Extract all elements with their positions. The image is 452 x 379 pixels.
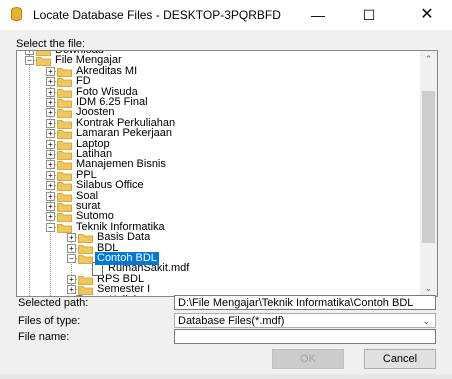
files-of-type-select[interactable]: Database Files(*.mdf) ⌄	[174, 313, 436, 328]
window-title: Locate Database Files - DESKTOP-3PQRBFD	[33, 8, 281, 22]
selected-path-label: Selected path:	[18, 297, 89, 309]
expand-icon[interactable]: +	[67, 274, 76, 284]
expand-icon[interactable]: +	[25, 51, 34, 55]
expand-icon[interactable]: +	[46, 212, 55, 222]
expand-icon[interactable]: +	[46, 108, 55, 118]
select-file-label: Select the file:	[16, 38, 86, 50]
title-bar: Locate Database Files - DESKTOP-3PQRBFD …	[0, 0, 452, 30]
folder-icon	[57, 130, 72, 140]
folder-icon	[57, 119, 72, 129]
folder-icon	[57, 67, 72, 77]
expand-icon[interactable]: +	[46, 202, 55, 211]
collapse-icon[interactable]: −	[25, 56, 34, 66]
expand-icon[interactable]: +	[46, 66, 55, 76]
tree-item[interactable]: + Download	[17, 50, 417, 57]
folder-icon	[57, 182, 72, 192]
folder-icon	[57, 88, 72, 98]
file-name-label: File name:	[18, 331, 70, 343]
folder-icon	[57, 171, 72, 181]
expand-icon[interactable]: +	[46, 77, 55, 87]
files-of-type-value: Database Files(*.mdf)	[178, 315, 285, 327]
database-icon	[11, 7, 22, 21]
collapse-icon[interactable]: −	[46, 222, 55, 232]
expand-icon[interactable]: +	[46, 129, 55, 139]
expand-icon[interactable]: +	[46, 98, 55, 107]
folder-icon	[78, 234, 93, 244]
folder-icon	[57, 223, 72, 233]
expand-icon[interactable]: +	[67, 233, 76, 243]
cancel-button[interactable]: Cancel	[364, 349, 436, 369]
folder-icon	[57, 213, 72, 223]
folder-icon	[57, 78, 72, 88]
files-of-type-label: Files of type:	[18, 315, 81, 327]
chevron-down-icon: ⌄	[422, 316, 430, 326]
minimize-button[interactable]: —	[298, 0, 338, 30]
expand-icon[interactable]: +	[46, 181, 55, 191]
scroll-up-arrow[interactable]: ⌃	[420, 51, 437, 67]
expand-icon[interactable]: +	[46, 87, 55, 97]
expand-icon[interactable]: +	[46, 191, 55, 201]
folder-icon	[57, 109, 72, 119]
folder-icon	[36, 51, 51, 56]
folder-icon	[78, 286, 93, 296]
vertical-scrollbar[interactable]: ⌃ ⌄	[420, 51, 437, 296]
expand-icon[interactable]: +	[67, 243, 76, 253]
expand-icon[interactable]: +	[46, 118, 55, 128]
folder-icon	[78, 275, 93, 285]
folder-icon	[57, 192, 72, 202]
expand-icon[interactable]: +	[67, 285, 76, 295]
folder-icon	[57, 151, 72, 160]
scroll-thumb[interactable]	[422, 91, 435, 243]
folder-tree[interactable]: +Tugas Jaringan+Tugas Kuliah+Semester I+…	[16, 50, 438, 297]
scroll-down-arrow[interactable]: ⌄	[420, 280, 437, 296]
folder-icon	[57, 140, 72, 150]
folder-icon	[57, 99, 72, 108]
folder-icon	[78, 255, 93, 264]
maximize-button[interactable]: ☐	[349, 0, 389, 30]
file-name-input[interactable]	[174, 329, 436, 344]
close-button[interactable]: ✕	[407, 0, 447, 30]
selected-path-field[interactable]: D:\File Mengajar\Teknik Informatika\Cont…	[174, 295, 436, 310]
expand-icon[interactable]: +	[46, 150, 55, 159]
folder-icon	[36, 57, 51, 67]
expand-icon[interactable]: +	[46, 160, 55, 170]
expand-icon[interactable]: +	[46, 139, 55, 149]
taskbar-edge	[0, 374, 452, 379]
folder-icon	[78, 244, 93, 254]
folder-icon	[57, 203, 72, 212]
folder-icon	[57, 161, 72, 171]
tree-item-label: Download	[55, 50, 104, 56]
expand-icon[interactable]: +	[46, 170, 55, 180]
collapse-icon[interactable]: −	[67, 254, 76, 263]
ok-button[interactable]: OK	[272, 349, 344, 369]
